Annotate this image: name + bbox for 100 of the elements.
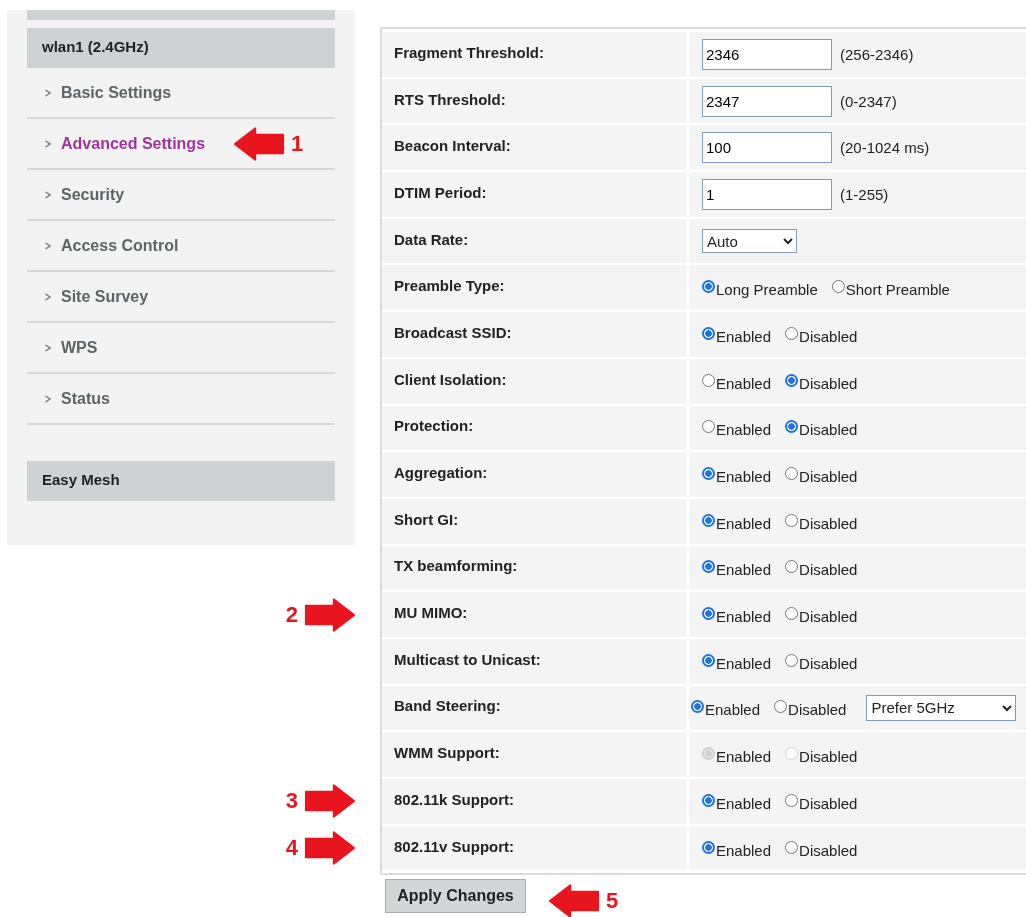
menu-section-header[interactable]: Easy Mesh: [27, 461, 335, 501]
radio-button[interactable]: [702, 420, 715, 434]
radio-label: Disabled: [799, 327, 858, 345]
field-label: Band Steering:: [382, 685, 687, 731]
annotation-arrow: [304, 783, 356, 820]
radio-label: Disabled: [799, 514, 858, 532]
field-label: MU MIMO:: [382, 592, 687, 637]
radio-label: Disabled: [788, 701, 847, 719]
field-label: Broadcast SSID:: [382, 312, 687, 357]
radio-button[interactable]: [785, 467, 799, 481]
field-label: Data Rate:: [382, 218, 687, 264]
radio-button[interactable]: [785, 420, 799, 434]
radio-button[interactable]: [785, 793, 799, 807]
menu-item[interactable]: Site Survey: [27, 287, 149, 306]
input-field[interactable]: 2346: [702, 38, 832, 70]
radio-button[interactable]: [785, 607, 799, 621]
radio-label: Enabled: [716, 374, 772, 392]
range-hint: (1-255): [840, 185, 889, 203]
radio-button[interactable]: [691, 700, 704, 714]
radio-label: Disabled: [799, 561, 858, 579]
annotation-number: 2: [285, 601, 298, 628]
range-hint: (20-1024 ms): [840, 139, 930, 157]
annotation-number: 5: [606, 888, 619, 915]
field-label: RTS Threshold:: [382, 78, 687, 124]
radio-button[interactable]: [785, 373, 799, 387]
menu-item[interactable]: Status: [27, 389, 110, 408]
radio-label: Enabled: [716, 514, 772, 532]
radio-label: Enabled: [716, 608, 772, 626]
field-label: Fragment Threshold:: [382, 32, 687, 77]
bullet-icon: [45, 343, 51, 352]
radio-button[interactable]: [785, 513, 799, 527]
radio-label: Disabled: [799, 421, 858, 439]
field-label: Protection:: [382, 405, 687, 451]
field-label: Short GI:: [382, 498, 687, 544]
radio-label: Disabled: [799, 841, 858, 859]
radio-label: Long Preamble: [716, 281, 818, 299]
field-label: Preamble Type:: [382, 265, 687, 311]
menu-item[interactable]: Advanced Settings: [27, 134, 206, 153]
radio-label: Enabled: [716, 841, 772, 859]
radio-button[interactable]: [785, 326, 799, 340]
bullet-icon: [45, 394, 51, 403]
menu-item[interactable]: Access Control: [27, 236, 179, 255]
radio-button[interactable]: [785, 560, 799, 574]
annotation-arrow: [304, 830, 356, 867]
radio-button[interactable]: [702, 467, 715, 481]
radio-label: Disabled: [799, 608, 858, 626]
radio-button[interactable]: [702, 793, 715, 807]
annotation-arrow: [548, 883, 600, 917]
input-field[interactable]: 100: [702, 132, 832, 164]
annotation-number: 3: [285, 788, 298, 815]
radio-label: Disabled: [799, 654, 858, 672]
field-label: 802.11k Support:: [382, 779, 687, 824]
field-label: TX beamforming:: [382, 545, 687, 591]
radio-label: Enabled: [716, 327, 772, 345]
bullet-icon: [45, 88, 51, 97]
radio-button[interactable]: [702, 513, 715, 527]
field-label: Aggregation:: [382, 452, 687, 497]
field-label: Beacon Interval:: [382, 125, 687, 171]
radio-button[interactable]: [774, 700, 788, 714]
radio-button[interactable]: [831, 280, 845, 294]
radio-label: Short Preamble: [845, 281, 950, 299]
field-label: 802.11v Support:: [382, 825, 687, 871]
field-label: WMM Support:: [382, 732, 687, 777]
field-label: Multicast to Unicast:: [382, 638, 687, 684]
radio-button[interactable]: [785, 653, 799, 667]
radio-label: Enabled: [716, 748, 772, 766]
radio-button[interactable]: [702, 280, 715, 294]
radio-button[interactable]: [702, 326, 715, 340]
radio-label: Enabled: [716, 468, 772, 486]
input-field[interactable]: 1: [702, 178, 832, 210]
radio-button[interactable]: [702, 607, 715, 621]
menu-item[interactable]: Security: [27, 185, 125, 204]
radio-button[interactable]: [785, 840, 799, 854]
dropdown[interactable]: Prefer 5GHz: [866, 694, 1017, 721]
bullet-icon: [45, 190, 51, 199]
dropdown[interactable]: Auto: [702, 229, 797, 254]
menu-item[interactable]: Basic Settings: [27, 83, 172, 102]
field-label: DTIM Period:: [382, 172, 687, 217]
radio-button[interactable]: [702, 560, 715, 574]
menu-section-header[interactable]: wlan1 (2.4GHz): [27, 28, 335, 68]
radio-label: Enabled: [716, 421, 772, 439]
annotation-arrow: [304, 596, 356, 633]
radio-label: Disabled: [799, 748, 858, 766]
radio-button[interactable]: [702, 840, 715, 854]
radio-button[interactable]: [702, 373, 715, 387]
radio-label: Disabled: [799, 794, 858, 812]
field-label: Client Isolation:: [382, 358, 687, 404]
bullet-icon: [45, 139, 51, 148]
annotation-number: 1: [291, 130, 304, 157]
input-field[interactable]: 2347: [702, 85, 832, 117]
radio-button[interactable]: [702, 653, 715, 667]
annotation-number: 4: [285, 835, 298, 862]
radio-label: Enabled: [705, 701, 761, 719]
annotation-arrow: [233, 125, 285, 162]
bullet-icon: [45, 241, 51, 250]
menu-item[interactable]: WPS: [27, 338, 98, 357]
range-hint: (256-2346): [840, 45, 914, 63]
bullet-icon: [45, 292, 51, 301]
apply-button[interactable]: Apply Changes: [385, 879, 526, 914]
radio-label: Enabled: [716, 561, 772, 579]
